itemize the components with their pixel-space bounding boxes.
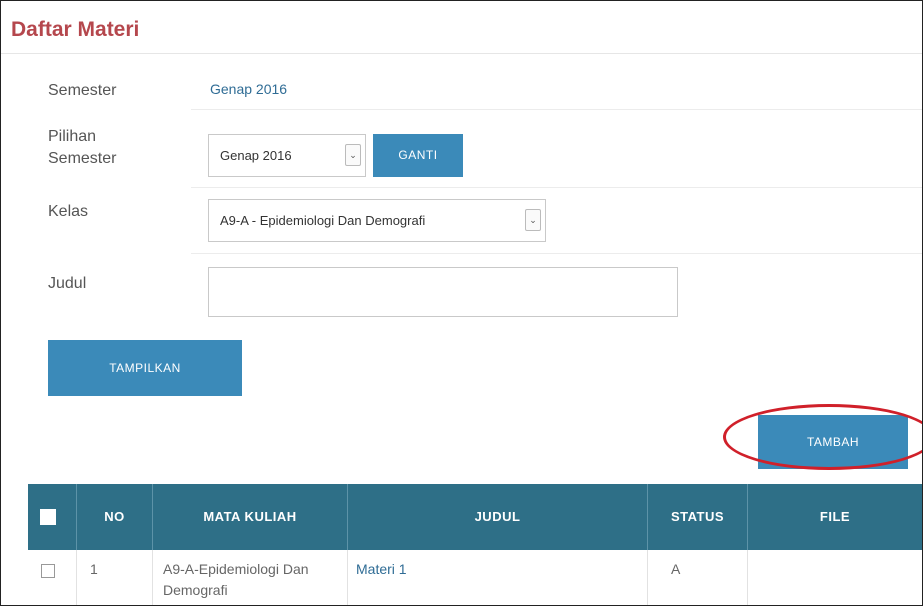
- kelas-label: Kelas: [48, 203, 89, 220]
- cell-mata-kuliah-line2: Demografi: [163, 582, 228, 598]
- page-title: Daftar Materi: [11, 18, 140, 41]
- cell-judul-link[interactable]: Materi 1: [347, 550, 647, 605]
- chevron-down-icon: ⌄: [525, 209, 541, 231]
- chevron-down-icon: ⌄: [345, 144, 361, 166]
- cell-status: A: [647, 550, 747, 605]
- pilihan-semester-label-line2: Semester: [48, 150, 117, 167]
- row-checkbox[interactable]: [41, 564, 55, 578]
- highlight-circle: [723, 404, 922, 470]
- semester-select-value: Genap 2016: [220, 148, 292, 163]
- kelas-select[interactable]: A9-A - Epidemiologi Dan Demografi ⌄: [208, 199, 546, 242]
- row-divider: [191, 187, 922, 188]
- title-divider: [1, 53, 922, 54]
- header-judul: JUDUL: [347, 484, 647, 550]
- judul-input[interactable]: [208, 267, 678, 317]
- select-all-checkbox[interactable]: [40, 509, 56, 525]
- header-status: STATUS: [647, 484, 747, 550]
- header-mata-kuliah: MATA KULIAH: [152, 484, 347, 550]
- judul-label: Judul: [48, 275, 87, 292]
- table-row: 1 A9-A-Epidemiologi Dan Demografi Materi…: [28, 550, 922, 605]
- pilihan-semester-label-line1: Pilihan: [48, 128, 97, 145]
- header-file: FILE: [747, 484, 922, 550]
- cell-no: 1: [76, 550, 152, 605]
- tampilkan-button[interactable]: TAMPILKAN: [48, 340, 242, 396]
- semester-label: Semester: [48, 82, 117, 99]
- semester-value: Genap 2016: [210, 81, 288, 97]
- page-frame: Daftar Materi Semester Genap 2016 Piliha…: [0, 0, 923, 606]
- kelas-select-value: A9-A - Epidemiologi Dan Demografi: [220, 213, 426, 228]
- cell-mata-kuliah: A9-A-Epidemiologi Dan Demografi: [152, 550, 347, 605]
- semester-select[interactable]: Genap 2016 ⌄: [208, 134, 366, 177]
- ganti-button[interactable]: GANTI: [373, 134, 463, 177]
- row-divider: [191, 109, 922, 110]
- row-select-cell: [28, 550, 76, 605]
- cell-mata-kuliah-line1: A9-A-Epidemiologi Dan: [163, 561, 309, 577]
- header-select-all[interactable]: [28, 484, 76, 550]
- cell-file: [747, 550, 922, 605]
- row-divider: [191, 253, 922, 254]
- header-no: NO: [76, 484, 152, 550]
- table-header: NO MATA KULIAH JUDUL STATUS FILE: [28, 484, 922, 550]
